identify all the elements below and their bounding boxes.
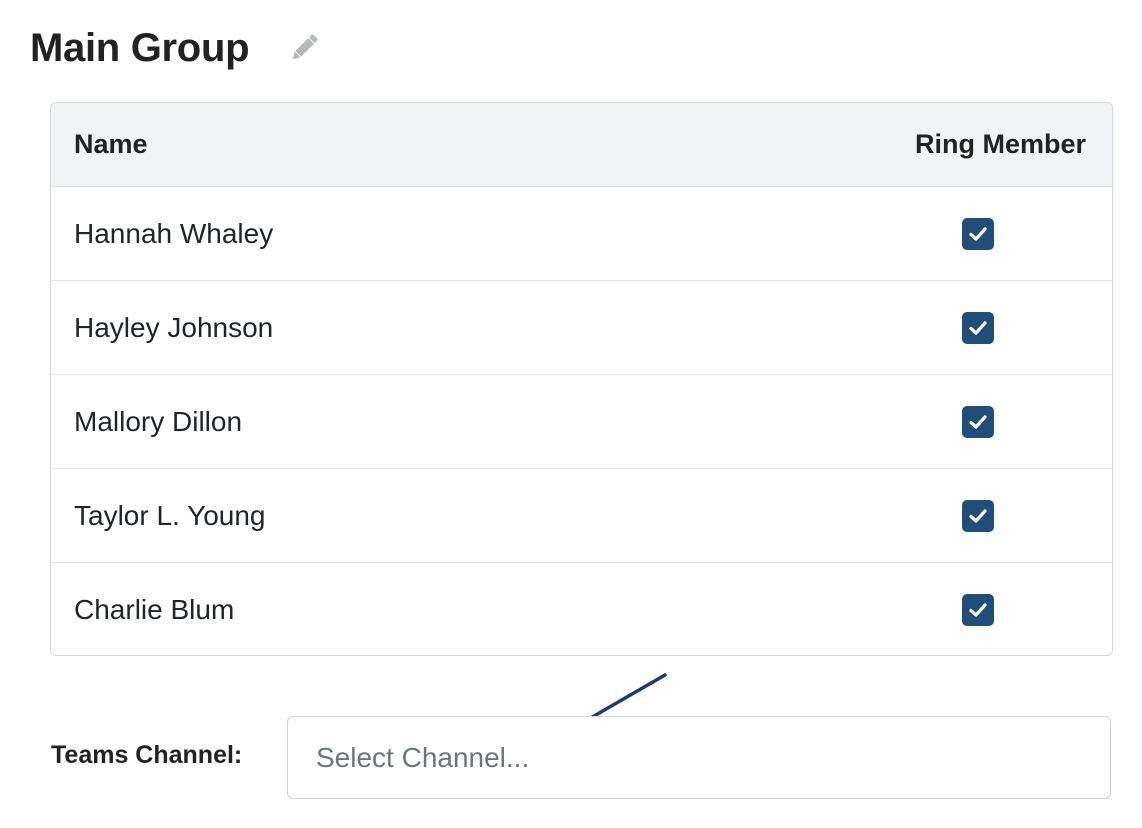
table-row: Taylor L. Young [51,469,1112,563]
table-row: Hayley Johnson [51,281,1112,375]
member-name: Hannah Whaley [74,217,274,249]
table-row: Charlie Blum [51,563,1112,655]
member-name: Mallory Dillon [74,405,243,437]
teams-channel-label: Teams Channel: [51,741,243,769]
checkmark-icon [969,320,987,335]
page-header: Main Group [30,22,323,74]
table-row: Hannah Whaley [51,187,1112,281]
channel-select-placeholder: Select Channel... [316,741,530,773]
member-name: Charlie Blum [74,593,235,625]
ring-member-cell [878,311,1112,344]
ring-member-checkbox[interactable] [962,499,994,532]
ring-member-checkbox[interactable] [962,593,994,626]
page-title: Main Group [30,25,250,70]
ring-member-cell [878,499,1112,532]
ring-member-checkbox[interactable] [962,311,994,344]
column-header-ring-member: Ring Member [914,129,1086,159]
ring-member-checkbox[interactable] [962,405,994,438]
checkmark-icon [969,414,987,429]
table-header-row: Name Ring Member [51,103,1112,187]
ring-member-checkbox[interactable] [962,217,994,250]
checkmark-icon [969,508,987,523]
members-table: Name Ring Member Hannah Whaley Hayley Jo… [50,102,1113,656]
member-name: Hayley Johnson [74,311,274,343]
ring-member-cell [878,217,1112,250]
column-header-name: Name [74,129,148,159]
pencil-icon[interactable] [285,29,323,67]
ring-member-cell [878,593,1112,626]
checkmark-icon [969,226,987,241]
ring-member-cell [878,405,1112,438]
checkmark-icon [969,602,987,617]
teams-channel-select[interactable]: Select Channel... [287,716,1111,799]
member-name: Taylor L. Young [74,499,266,531]
table-row: Mallory Dillon [51,375,1112,469]
